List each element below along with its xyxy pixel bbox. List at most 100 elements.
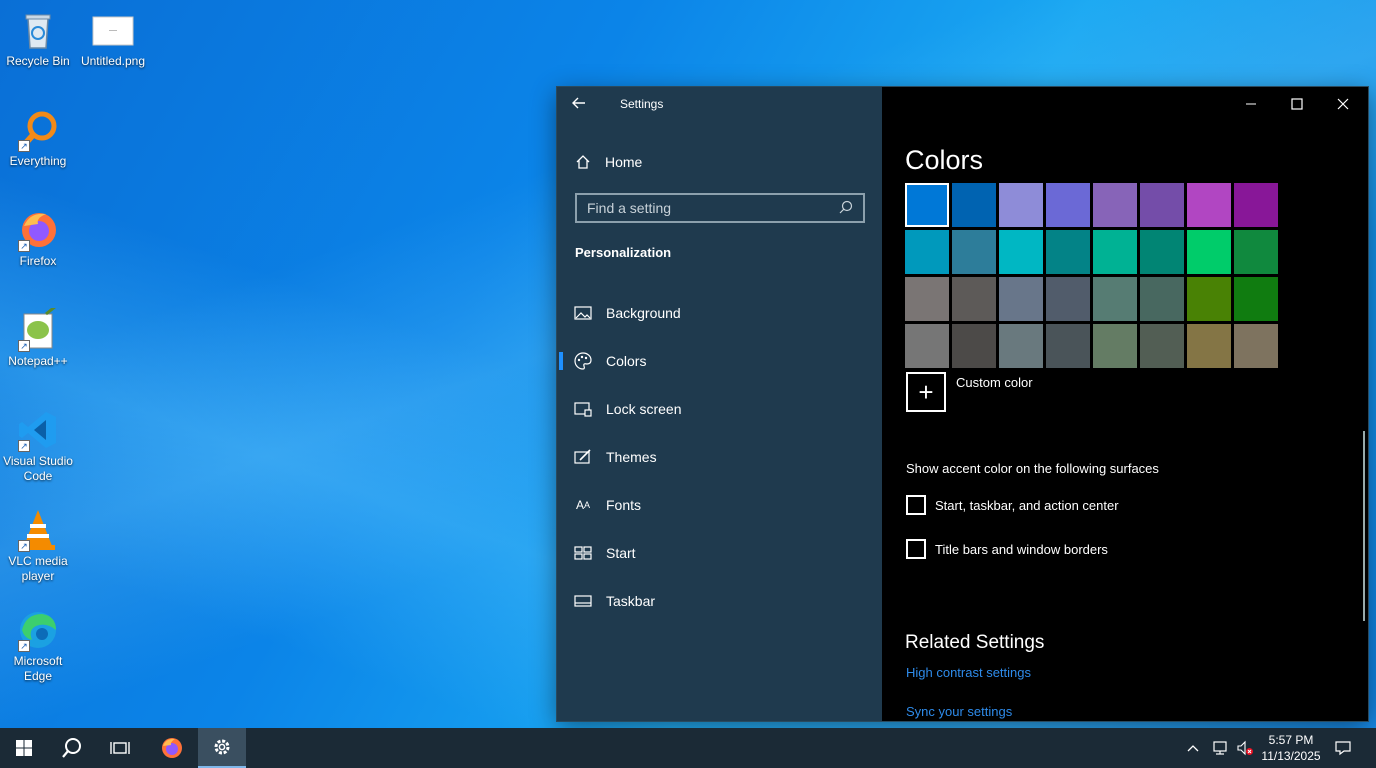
- shortcut-arrow-icon: ↗: [18, 240, 30, 252]
- color-swatch[interactable]: [1046, 277, 1090, 321]
- color-swatch[interactable]: [1187, 277, 1231, 321]
- color-swatch[interactable]: [1046, 230, 1090, 274]
- color-swatch[interactable]: [1234, 324, 1278, 368]
- image-file-icon: [91, 8, 135, 52]
- color-swatch[interactable]: [1187, 324, 1231, 368]
- color-swatch[interactable]: [1140, 183, 1184, 227]
- color-swatch[interactable]: [1046, 183, 1090, 227]
- color-swatch[interactable]: [1187, 183, 1231, 227]
- color-swatch[interactable]: [952, 183, 996, 227]
- color-swatch[interactable]: [905, 277, 949, 321]
- scrollbar[interactable]: [1363, 431, 1365, 621]
- home-nav-item[interactable]: Home: [575, 151, 642, 173]
- color-swatch[interactable]: [999, 324, 1043, 368]
- high-contrast-link[interactable]: High contrast settings: [906, 665, 1031, 680]
- search-button[interactable]: [48, 728, 96, 768]
- checkbox-box[interactable]: [906, 539, 926, 559]
- search-box[interactable]: [575, 193, 865, 223]
- color-swatch[interactable]: [999, 230, 1043, 274]
- desktop-icon-vscode[interactable]: ↗ Visual Studio Code: [1, 408, 75, 484]
- color-swatch[interactable]: [905, 183, 949, 227]
- taskbar-firefox[interactable]: [148, 728, 196, 768]
- back-button[interactable]: [571, 95, 593, 115]
- color-swatch[interactable]: [1234, 277, 1278, 321]
- desktop-icon-firefox[interactable]: ↗ Firefox: [1, 208, 75, 269]
- sidebar-item-taskbar[interactable]: Taskbar: [557, 581, 882, 621]
- color-swatch[interactable]: [1234, 183, 1278, 227]
- taskbar-clock[interactable]: 5:57 PM 11/13/2025: [1256, 732, 1326, 764]
- action-center-button[interactable]: [1334, 728, 1352, 768]
- checkbox-title-bars[interactable]: Title bars and window borders: [906, 539, 1108, 559]
- color-swatch[interactable]: [1140, 230, 1184, 274]
- home-icon: [576, 155, 590, 169]
- color-swatch[interactable]: [952, 324, 996, 368]
- color-swatch[interactable]: [952, 230, 996, 274]
- edge-icon: ↗: [16, 608, 60, 652]
- search-icon[interactable]: [839, 200, 853, 217]
- clock-time: 5:57 PM: [1268, 733, 1314, 747]
- clock-date: 11/13/2025: [1261, 749, 1321, 763]
- maximize-button[interactable]: [1274, 91, 1320, 117]
- recycle-bin-icon: [16, 8, 60, 52]
- sidebar-item-themes[interactable]: Themes: [557, 437, 882, 477]
- task-view-button[interactable]: [96, 728, 144, 768]
- color-swatch[interactable]: [905, 324, 949, 368]
- sidebar-item-start[interactable]: Start: [557, 533, 882, 573]
- checkbox-box[interactable]: [906, 495, 926, 515]
- show-hidden-icons-button[interactable]: [1186, 728, 1200, 768]
- home-label: Home: [605, 154, 643, 170]
- settings-window: Settings Home Personalization Background…: [557, 87, 1368, 721]
- checkbox-start-taskbar[interactable]: Start, taskbar, and action center: [906, 495, 1119, 515]
- palette-icon: [574, 352, 592, 370]
- color-swatch[interactable]: [999, 183, 1043, 227]
- color-swatch[interactable]: [952, 277, 996, 321]
- desktop-icon-label: Recycle Bin: [6, 54, 70, 68]
- desktop-icon-edge[interactable]: ↗ Microsoft Edge: [1, 608, 75, 684]
- desktop-icon-everything[interactable]: ↗ Everything: [1, 108, 75, 169]
- desktop-icon-untitled-png[interactable]: Untitled.png: [76, 8, 150, 69]
- shortcut-arrow-icon: ↗: [18, 640, 30, 652]
- color-swatch[interactable]: [1234, 230, 1278, 274]
- close-button[interactable]: [1320, 91, 1366, 117]
- checkbox-label: Title bars and window borders: [935, 541, 1108, 557]
- search-input[interactable]: [587, 200, 839, 216]
- desktop-icon-label: Untitled.png: [80, 54, 146, 68]
- lock-screen-icon: [574, 400, 592, 418]
- taskbar-settings[interactable]: [198, 728, 246, 768]
- desktop-icon-vlc[interactable]: ↗ VLC media player: [1, 508, 75, 584]
- sync-settings-link[interactable]: Sync your settings: [906, 704, 1012, 719]
- desktop-icon-label: VLC media player: [8, 554, 68, 583]
- color-swatch[interactable]: [1093, 324, 1137, 368]
- color-swatch[interactable]: [1093, 183, 1137, 227]
- sidebar-item-lock-screen[interactable]: Lock screen: [557, 389, 882, 429]
- volume-tray[interactable]: [1236, 728, 1254, 768]
- sidebar-item-label: Colors: [606, 353, 647, 369]
- sidebar-item-label: Taskbar: [606, 593, 656, 609]
- task-view-icon: [110, 742, 130, 754]
- color-swatch[interactable]: [1046, 324, 1090, 368]
- color-swatch[interactable]: [905, 230, 949, 274]
- color-swatch[interactable]: [1187, 230, 1231, 274]
- start-button[interactable]: [0, 728, 48, 768]
- accent-color-grid: [905, 183, 1278, 368]
- sidebar-item-background[interactable]: Background: [557, 293, 882, 333]
- custom-color-button[interactable]: + Custom color: [906, 372, 1033, 412]
- sidebar-item-fonts[interactable]: AA Fonts: [557, 485, 882, 525]
- color-swatch[interactable]: [999, 277, 1043, 321]
- desktop-icon-notepadpp[interactable]: ↗ Notepad++: [1, 304, 75, 369]
- color-swatch[interactable]: [1093, 230, 1137, 274]
- arrow-left-icon: [572, 97, 585, 109]
- sidebar-item-label: Fonts: [606, 497, 642, 513]
- close-icon: [1337, 98, 1349, 110]
- sidebar-item-colors[interactable]: Colors: [557, 341, 882, 381]
- network-tray[interactable]: [1212, 728, 1230, 768]
- color-swatch[interactable]: [1140, 324, 1184, 368]
- minimize-button[interactable]: [1228, 91, 1274, 117]
- everything-search-icon: ↗: [16, 108, 60, 152]
- color-swatch[interactable]: [1093, 277, 1137, 321]
- color-swatch[interactable]: [1140, 277, 1184, 321]
- plus-icon: +: [906, 372, 946, 412]
- windows-logo-icon: [16, 740, 32, 756]
- desktop-icon-recycle-bin[interactable]: Recycle Bin: [1, 8, 75, 69]
- sidebar-item-label: Start: [606, 545, 636, 561]
